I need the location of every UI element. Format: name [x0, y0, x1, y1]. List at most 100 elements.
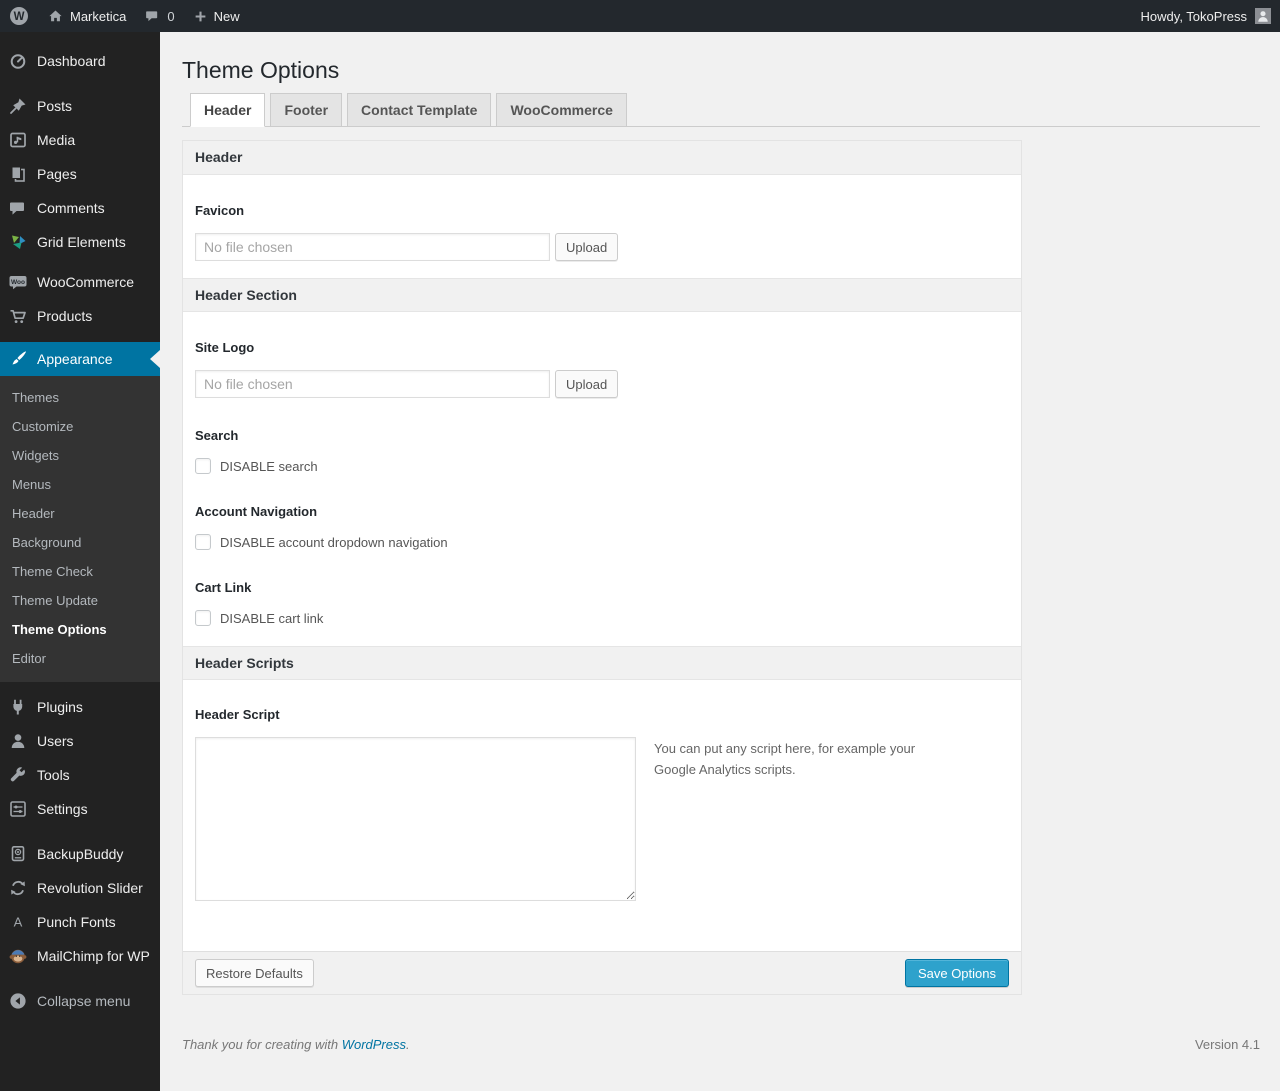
wp-logo-menu[interactable]: W	[0, 0, 38, 32]
pin-icon	[8, 96, 28, 116]
sidebar-item-tools[interactable]: Tools	[0, 758, 160, 792]
comments-icon	[8, 198, 28, 218]
tab-bar: Header Footer Contact Template WooCommerce	[182, 93, 1260, 127]
submenu-header[interactable]: Header	[0, 499, 160, 528]
site-name: Marketica	[70, 8, 127, 24]
disable-account-nav-checkbox[interactable]	[195, 534, 211, 550]
svg-text:Woo: Woo	[11, 279, 25, 286]
submenu-themes[interactable]: Themes	[0, 383, 160, 412]
wordpress-logo-icon: W	[10, 7, 28, 25]
header-script-textarea[interactable]	[195, 737, 636, 901]
version-text: Version 4.1	[1194, 1037, 1260, 1052]
sidebar-item-punch-fonts[interactable]: A Punch Fonts	[0, 905, 160, 939]
sidebar: Dashboard Posts Media Pages Comments Gri…	[0, 32, 160, 1091]
comment-bubble-icon	[146, 10, 158, 21]
submenu-editor[interactable]: Editor	[0, 644, 160, 673]
sidebar-item-plugins[interactable]: Plugins	[0, 690, 160, 724]
submenu-theme-options[interactable]: Theme Options	[0, 615, 160, 644]
pages-icon	[8, 164, 28, 184]
disable-cart-link-checkbox[interactable]	[195, 610, 211, 626]
collapse-menu-button[interactable]: Collapse menu	[0, 984, 160, 1018]
submenu-background[interactable]: Background	[0, 528, 160, 557]
comments-count: 0	[167, 8, 175, 24]
sidebar-item-users[interactable]: Users	[0, 724, 160, 758]
wordpress-link[interactable]: WordPress	[342, 1037, 406, 1052]
backup-safe-icon	[8, 844, 28, 864]
sidebar-item-posts[interactable]: Posts	[0, 89, 160, 123]
panel-footer: Restore Defaults Save Options	[183, 951, 1021, 994]
section-header-scripts: Header Scripts	[183, 646, 1021, 680]
sidebar-item-mailchimp[interactable]: MailChimp for WP	[0, 939, 160, 973]
wrench-icon	[8, 765, 28, 785]
submenu-customize[interactable]: Customize	[0, 412, 160, 441]
admin-bar: W Marketica 0 New Howdy, TokoPress	[0, 0, 1280, 32]
home-icon	[49, 10, 62, 21]
sidebar-item-appearance[interactable]: Appearance	[0, 342, 160, 376]
sidebar-item-grid-elements[interactable]: Grid Elements	[0, 225, 160, 259]
sidebar-item-settings[interactable]: Settings	[0, 792, 160, 826]
account-menu[interactable]: Howdy, TokoPress	[1132, 0, 1280, 32]
main-content: Theme Options Header Footer Contact Templa…	[160, 32, 1280, 1091]
disable-search-checkbox-label: DISABLE search	[220, 458, 318, 474]
disable-search-checkbox[interactable]	[195, 458, 211, 474]
tab-woocommerce[interactable]: WooCommerce	[496, 93, 627, 127]
tab-footer[interactable]: Footer	[270, 93, 343, 127]
howdy-text: Howdy, TokoPress	[1140, 8, 1247, 24]
sidebar-item-comments[interactable]: Comments	[0, 191, 160, 225]
tab-header[interactable]: Header	[190, 93, 266, 127]
brush-icon	[8, 349, 28, 369]
new-label: New	[213, 8, 240, 24]
cart-icon	[8, 306, 28, 326]
section-header-section: Header Section	[183, 278, 1021, 312]
avatar	[1255, 8, 1271, 24]
sidebar-item-woocommerce[interactable]: Woo WooCommerce	[0, 265, 160, 299]
footer-thanks: Thank you for creating with WordPress.	[182, 1037, 410, 1052]
user-icon	[8, 731, 28, 751]
sidebar-item-dashboard[interactable]: Dashboard	[0, 44, 160, 78]
comments-menu[interactable]: 0	[135, 0, 183, 32]
collapse-arrow-icon	[8, 991, 28, 1011]
dashboard-icon	[8, 51, 28, 71]
theme-options-panel: Header Favicon Upload Header Section Sit…	[182, 140, 1022, 995]
plug-icon	[8, 697, 28, 717]
header-script-note: You can put any script here, for example…	[654, 741, 916, 777]
sidebar-item-products[interactable]: Products	[0, 299, 160, 333]
restore-defaults-button[interactable]: Restore Defaults	[195, 959, 314, 987]
letter-a-icon: A	[8, 912, 28, 932]
page-footer: Thank you for creating with WordPress. V…	[182, 1037, 1260, 1070]
appearance-submenu: Themes Customize Widgets Menus Header Ba…	[0, 376, 160, 682]
submenu-menus[interactable]: Menus	[0, 470, 160, 499]
favicon-input[interactable]	[195, 233, 550, 261]
favicon-upload-button[interactable]: Upload	[555, 233, 619, 261]
sidebar-item-backupbuddy[interactable]: BackupBuddy	[0, 837, 160, 871]
header-script-label: Header Script	[195, 707, 280, 722]
submenu-theme-update[interactable]: Theme Update	[0, 586, 160, 615]
cart-link-label: Cart Link	[195, 580, 252, 595]
site-logo-label: Site Logo	[195, 340, 255, 355]
page-title: Theme Options	[182, 57, 340, 83]
sidebar-item-revolution-slider[interactable]: Revolution Slider	[0, 871, 160, 905]
new-content-menu[interactable]: New	[184, 0, 249, 32]
save-options-button[interactable]: Save Options	[904, 959, 1009, 987]
media-icon	[8, 130, 28, 150]
disable-cart-link-checkbox-label: DISABLE cart link	[220, 610, 324, 626]
woocommerce-icon: Woo	[8, 272, 28, 292]
submenu-theme-check[interactable]: Theme Check	[0, 557, 160, 586]
svg-text:W: W	[14, 11, 25, 23]
sidebar-item-media[interactable]: Media	[0, 123, 160, 157]
refresh-icon	[8, 878, 28, 898]
section-header: Header	[183, 141, 1021, 175]
disable-account-nav-checkbox-label: DISABLE account dropdown navigation	[220, 534, 448, 550]
submenu-widgets[interactable]: Widgets	[0, 441, 160, 470]
account-navigation-label: Account Navigation	[195, 504, 318, 519]
site-name-menu[interactable]: Marketica	[38, 0, 135, 32]
plus-icon	[195, 11, 205, 21]
mailchimp-monkey-icon	[8, 946, 28, 966]
site-logo-upload-button[interactable]: Upload	[555, 370, 619, 398]
site-logo-input[interactable]	[195, 370, 550, 398]
person-icon	[1258, 11, 1268, 22]
tab-contact-template[interactable]: Contact Template	[347, 93, 492, 127]
favicon-label: Favicon	[195, 203, 245, 218]
sidebar-item-pages[interactable]: Pages	[0, 157, 160, 191]
search-label: Search	[195, 428, 239, 443]
